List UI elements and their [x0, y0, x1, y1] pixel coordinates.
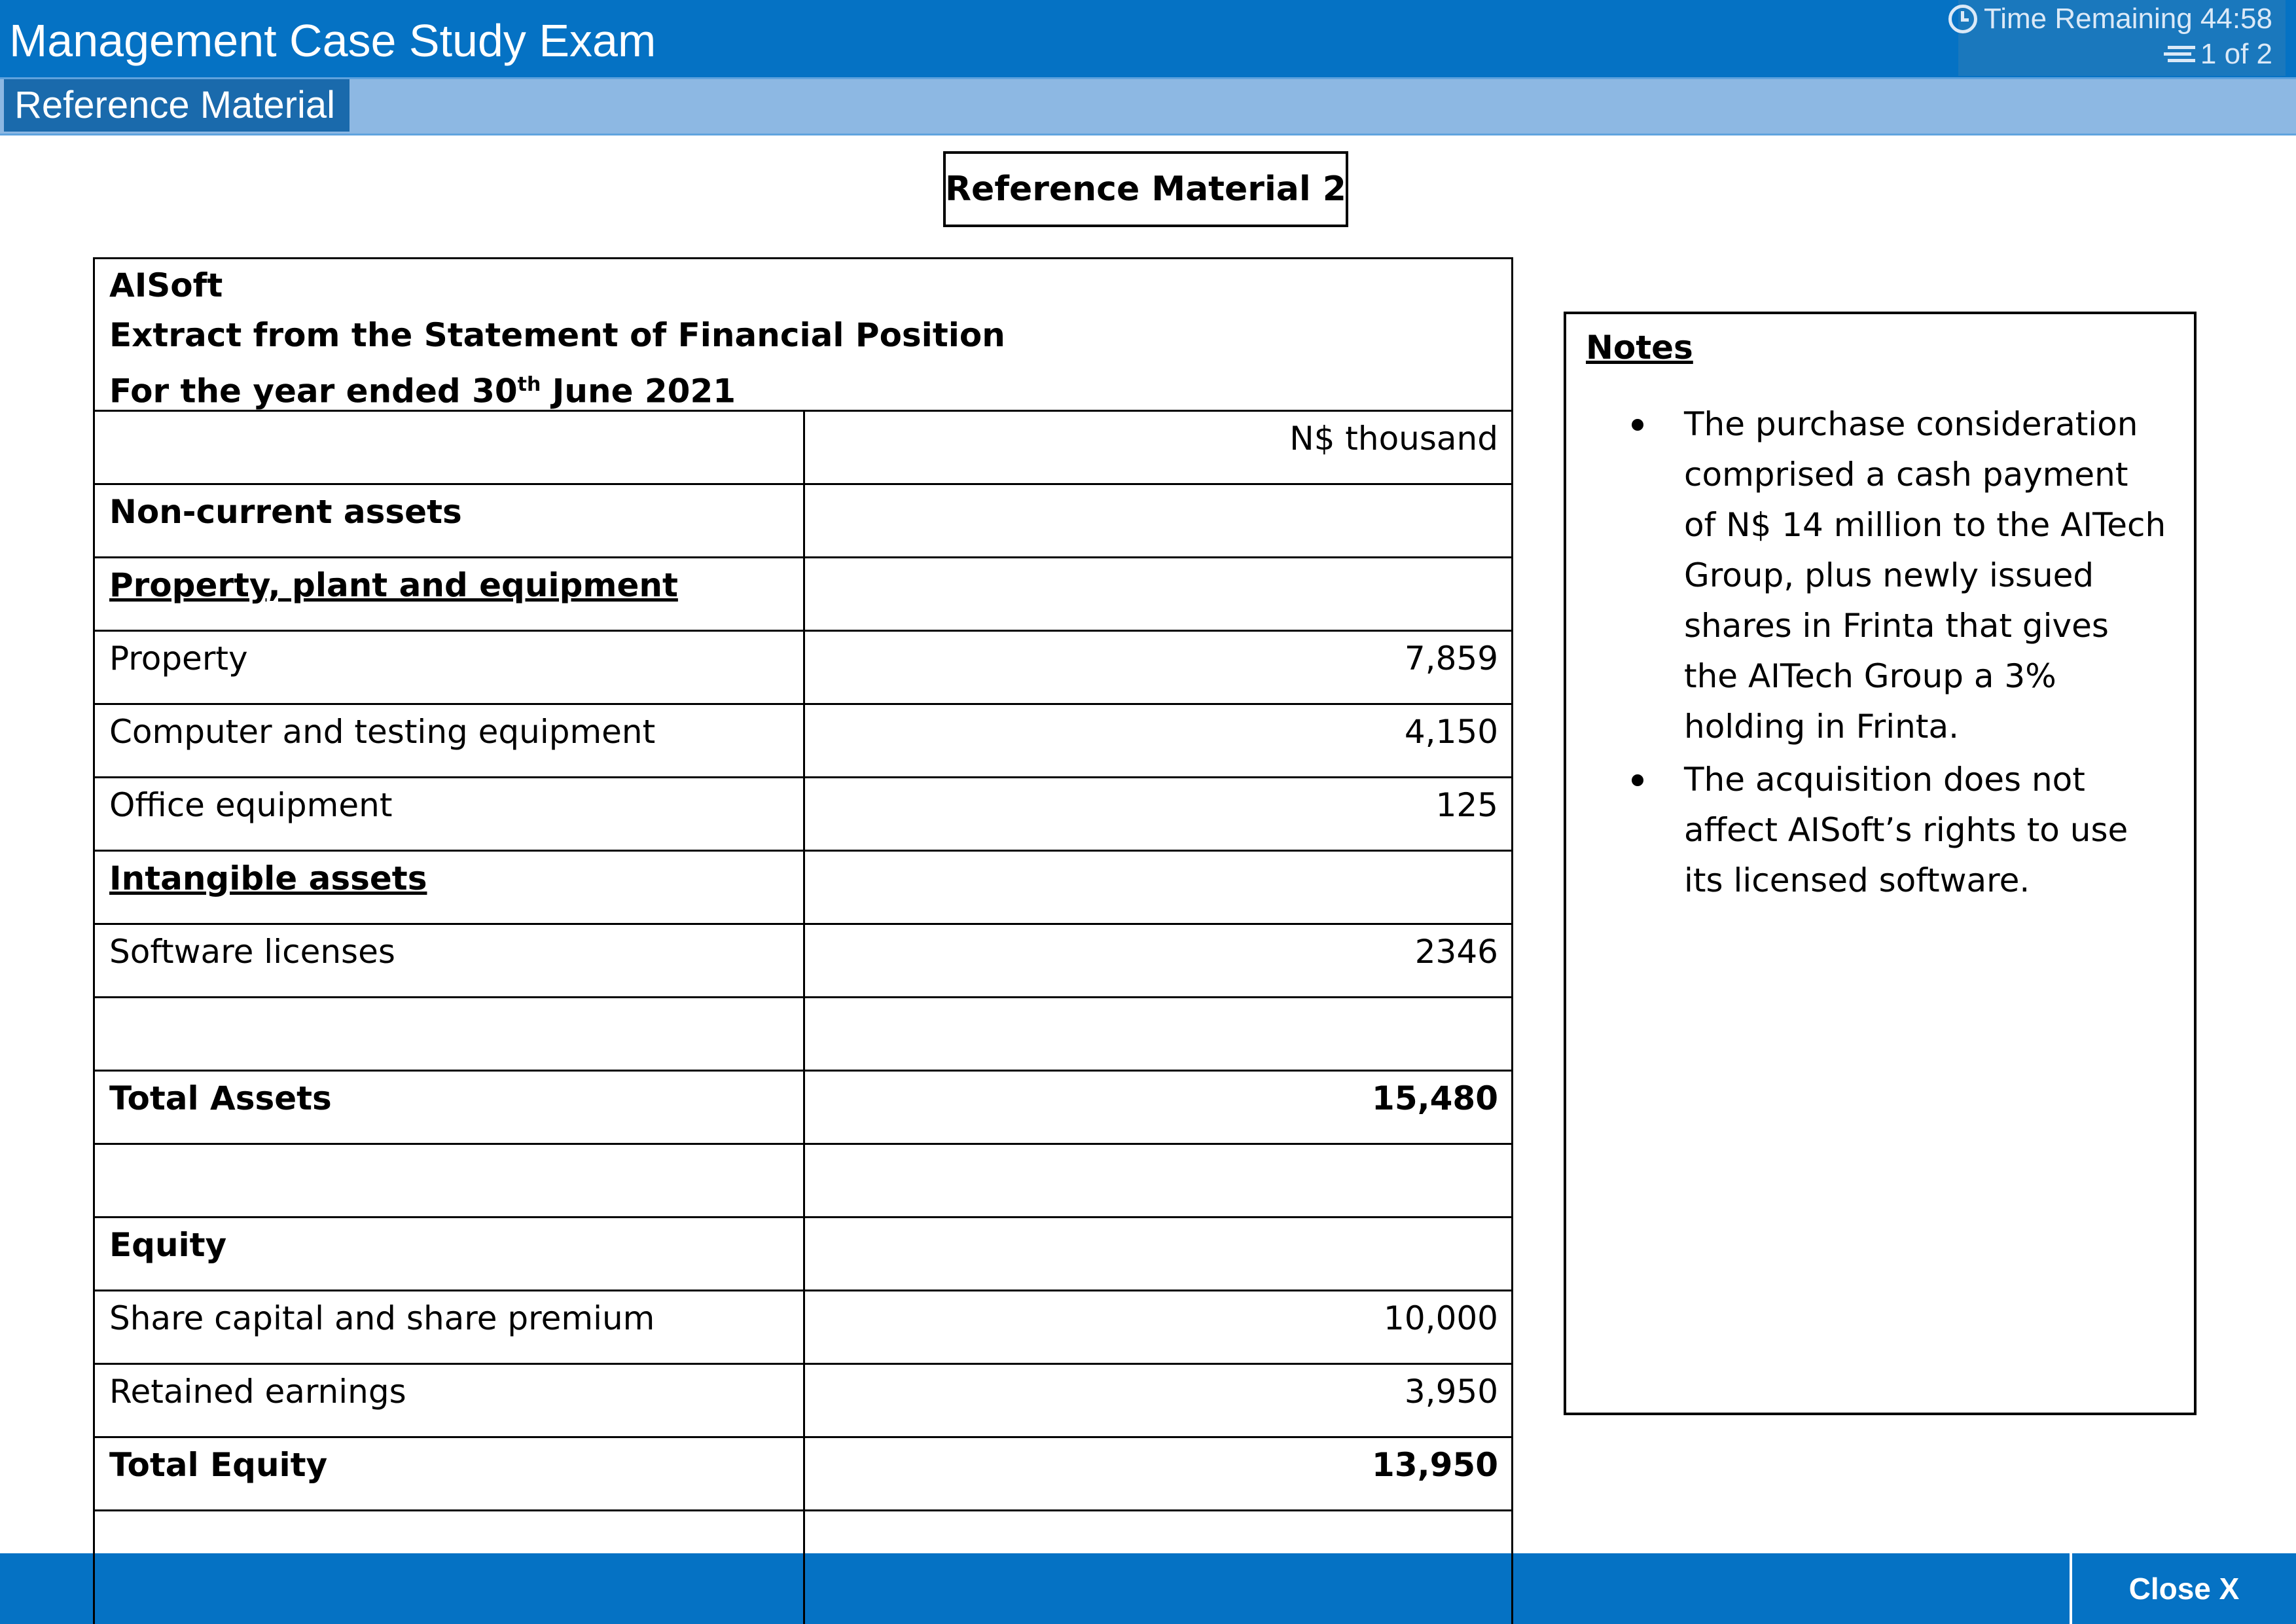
table-row — [95, 1145, 1511, 1218]
table-row: Computer and testing equipment 4,150 — [95, 705, 1511, 778]
table-row: Software licenses 2346 — [95, 925, 1511, 998]
row-label — [95, 998, 805, 1070]
row-label: Property, plant and equipment — [95, 558, 805, 630]
row-value — [805, 1145, 1511, 1216]
close-button[interactable]: Close X — [2070, 1553, 2296, 1624]
row-label: Equity — [95, 1218, 805, 1290]
row-label: Non-current assets — [95, 485, 805, 556]
time-remaining: Time Remaining 44:58 — [1983, 3, 2272, 35]
row-value: 10,000 — [1384, 1299, 1498, 1337]
row-label: Property — [95, 632, 805, 703]
tab-bar: Reference Material — [0, 79, 2296, 135]
row-value — [805, 485, 1511, 556]
note-item: The acquisition does not affect AISoft’s… — [1632, 755, 2168, 906]
reference-heading: Reference Material 2 — [943, 151, 1348, 227]
row-value: 3,950 — [1404, 1373, 1498, 1411]
statement-title: Extract from the Statement of Financial … — [109, 316, 1005, 354]
row-label: Office equipment — [95, 778, 805, 850]
row-value: 7,859 — [1404, 640, 1498, 677]
row-value — [805, 852, 1511, 923]
statement-header: AISoft Extract from the Statement of Fin… — [95, 259, 1511, 412]
table-line — [1511, 1553, 1513, 1624]
status-panel: Time Remaining 44:58 1 of 2 — [1948, 0, 2286, 76]
row-value: 13,950 — [1372, 1446, 1498, 1484]
exam-header: Management Case Study Exam Time Remainin… — [0, 0, 2296, 79]
unit-row: N$ thousand — [95, 412, 1511, 485]
note-item: The purchase consideration comprised a c… — [1632, 399, 2168, 752]
row-value: 4,150 — [1404, 713, 1498, 751]
pages-icon — [2163, 43, 2195, 65]
page-indicator[interactable]: 1 of 2 — [2163, 38, 2272, 71]
notes-list: The purchase consideration comprised a c… — [1566, 399, 2194, 909]
table-row — [95, 998, 1511, 1072]
table-row: Retained earnings 3,950 — [95, 1365, 1511, 1438]
row-label: Total Assets — [95, 1072, 805, 1143]
row-value — [805, 558, 1511, 630]
timer: Time Remaining 44:58 — [1948, 3, 2272, 35]
table-row: Property 7,859 — [95, 632, 1511, 705]
statement-period: For the year ended 30th June 2021 — [109, 372, 736, 410]
row-label: Computer and testing equipment — [95, 705, 805, 776]
tab-reference-material[interactable]: Reference Material — [4, 79, 350, 132]
exam-footer: Close X — [0, 1553, 2296, 1624]
table-cell — [95, 412, 805, 483]
row-label — [95, 1145, 805, 1216]
table-row: Total Assets 15,480 — [95, 1072, 1511, 1145]
row-label: Retained earnings — [95, 1365, 805, 1436]
table-line — [93, 1553, 95, 1624]
row-value: 15,480 — [1372, 1079, 1498, 1117]
table-row: Equity — [95, 1218, 1511, 1291]
page-count: 1 of 2 — [2200, 38, 2272, 70]
table-row: Property, plant and equipment — [95, 558, 1511, 632]
unit-label: N$ thousand — [1289, 420, 1498, 458]
row-value — [805, 1218, 1511, 1290]
row-label: Share capital and share premium — [95, 1291, 805, 1363]
table-row: Total Equity 13,950 — [95, 1438, 1511, 1511]
table-row: Share capital and share premium 10,000 — [95, 1291, 1511, 1365]
clock-icon — [1948, 5, 1977, 33]
row-label: Intangible assets — [95, 852, 805, 923]
notes-title: Notes — [1586, 329, 1693, 367]
exam-title: Management Case Study Exam — [9, 15, 656, 66]
table-row: Office equipment 125 — [95, 778, 1511, 852]
row-value — [805, 998, 1511, 1070]
company-name: AISoft — [109, 266, 223, 304]
table-line — [803, 1553, 805, 1624]
financial-statement-table: AISoft Extract from the Statement of Fin… — [93, 257, 1513, 1618]
row-label: Software licenses — [95, 925, 805, 996]
row-label: Total Equity — [95, 1438, 805, 1509]
table-row: Intangible assets — [95, 852, 1511, 925]
row-value: 125 — [1435, 786, 1498, 824]
notes-box: Notes The purchase consideration compris… — [1564, 312, 2197, 1415]
table-row: Non-current assets — [95, 485, 1511, 558]
row-value: 2346 — [1414, 933, 1498, 971]
